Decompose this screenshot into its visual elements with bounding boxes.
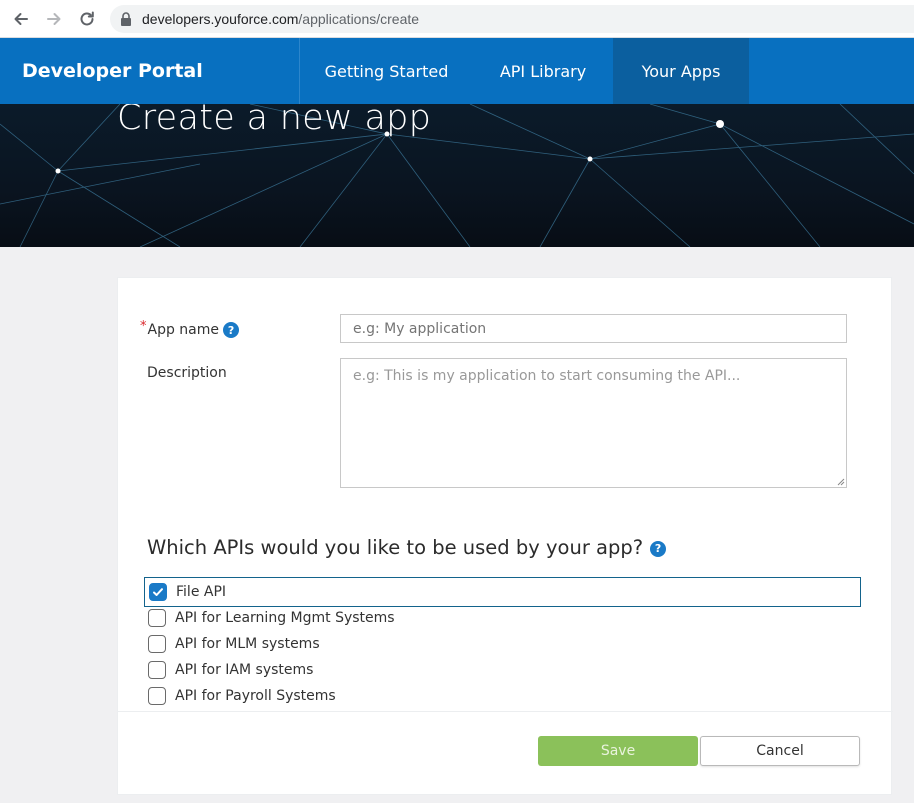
api-option-label: API for IAM systems: [175, 662, 314, 678]
app-name-label: *App name?: [140, 319, 240, 338]
required-asterisk: *: [140, 319, 147, 334]
resize-grip-icon[interactable]: [835, 476, 845, 486]
brand-title[interactable]: Developer Portal: [22, 38, 203, 104]
checkbox-icon[interactable]: [148, 609, 166, 627]
checkbox-checked-icon[interactable]: [149, 583, 167, 601]
api-option-label: API for Learning Mgmt Systems: [175, 610, 395, 626]
form-footer-divider: [118, 711, 893, 712]
save-button[interactable]: Save: [538, 736, 698, 766]
app-name-help-icon[interactable]: ?: [223, 322, 240, 338]
apis-section-title-text: Which APIs would you like to be used by …: [147, 536, 644, 559]
apis-help-icon[interactable]: ?: [650, 540, 667, 557]
api-option-label: API for Payroll Systems: [175, 688, 336, 704]
app-name-label-text: App name: [147, 322, 220, 338]
create-app-form: *App name? Description e.g: This is my a…: [117, 277, 893, 795]
browser-toolbar: developers.youforce.com/applications/cre…: [0, 0, 914, 38]
nav-getting-started[interactable]: Getting Started: [300, 38, 473, 104]
url-host: developers.youforce.com: [142, 11, 299, 27]
forward-arrow-icon[interactable]: [44, 9, 64, 29]
app-name-input[interactable]: [340, 314, 847, 343]
site-header: Developer Portal Getting Started API Lib…: [0, 38, 914, 104]
api-option-payroll[interactable]: API for Payroll Systems: [144, 681, 861, 711]
apis-section-title: Which APIs would you like to be used by …: [147, 536, 667, 559]
description-placeholder: e.g: This is my application to start con…: [353, 368, 741, 384]
checkbox-icon[interactable]: [148, 661, 166, 679]
back-arrow-icon[interactable]: [11, 9, 31, 29]
cancel-button[interactable]: Cancel: [700, 736, 860, 766]
description-textarea[interactable]: e.g: This is my application to start con…: [340, 358, 847, 488]
description-label: Description: [147, 365, 227, 381]
checkbox-icon[interactable]: [148, 687, 166, 705]
api-option-label: File API: [176, 584, 227, 600]
lock-icon: [121, 12, 131, 26]
nav-your-apps[interactable]: Your Apps: [613, 38, 749, 104]
checkbox-icon[interactable]: [148, 635, 166, 653]
address-bar[interactable]: developers.youforce.com/applications/cre…: [110, 5, 914, 33]
hero-banner: Create a new app: [0, 104, 914, 247]
nav-api-library[interactable]: API Library: [473, 38, 613, 104]
reload-icon[interactable]: [77, 9, 97, 29]
url-path: /applications/create: [298, 11, 420, 27]
api-option-label: API for MLM systems: [175, 636, 320, 652]
page-title: Create a new app: [117, 104, 432, 138]
